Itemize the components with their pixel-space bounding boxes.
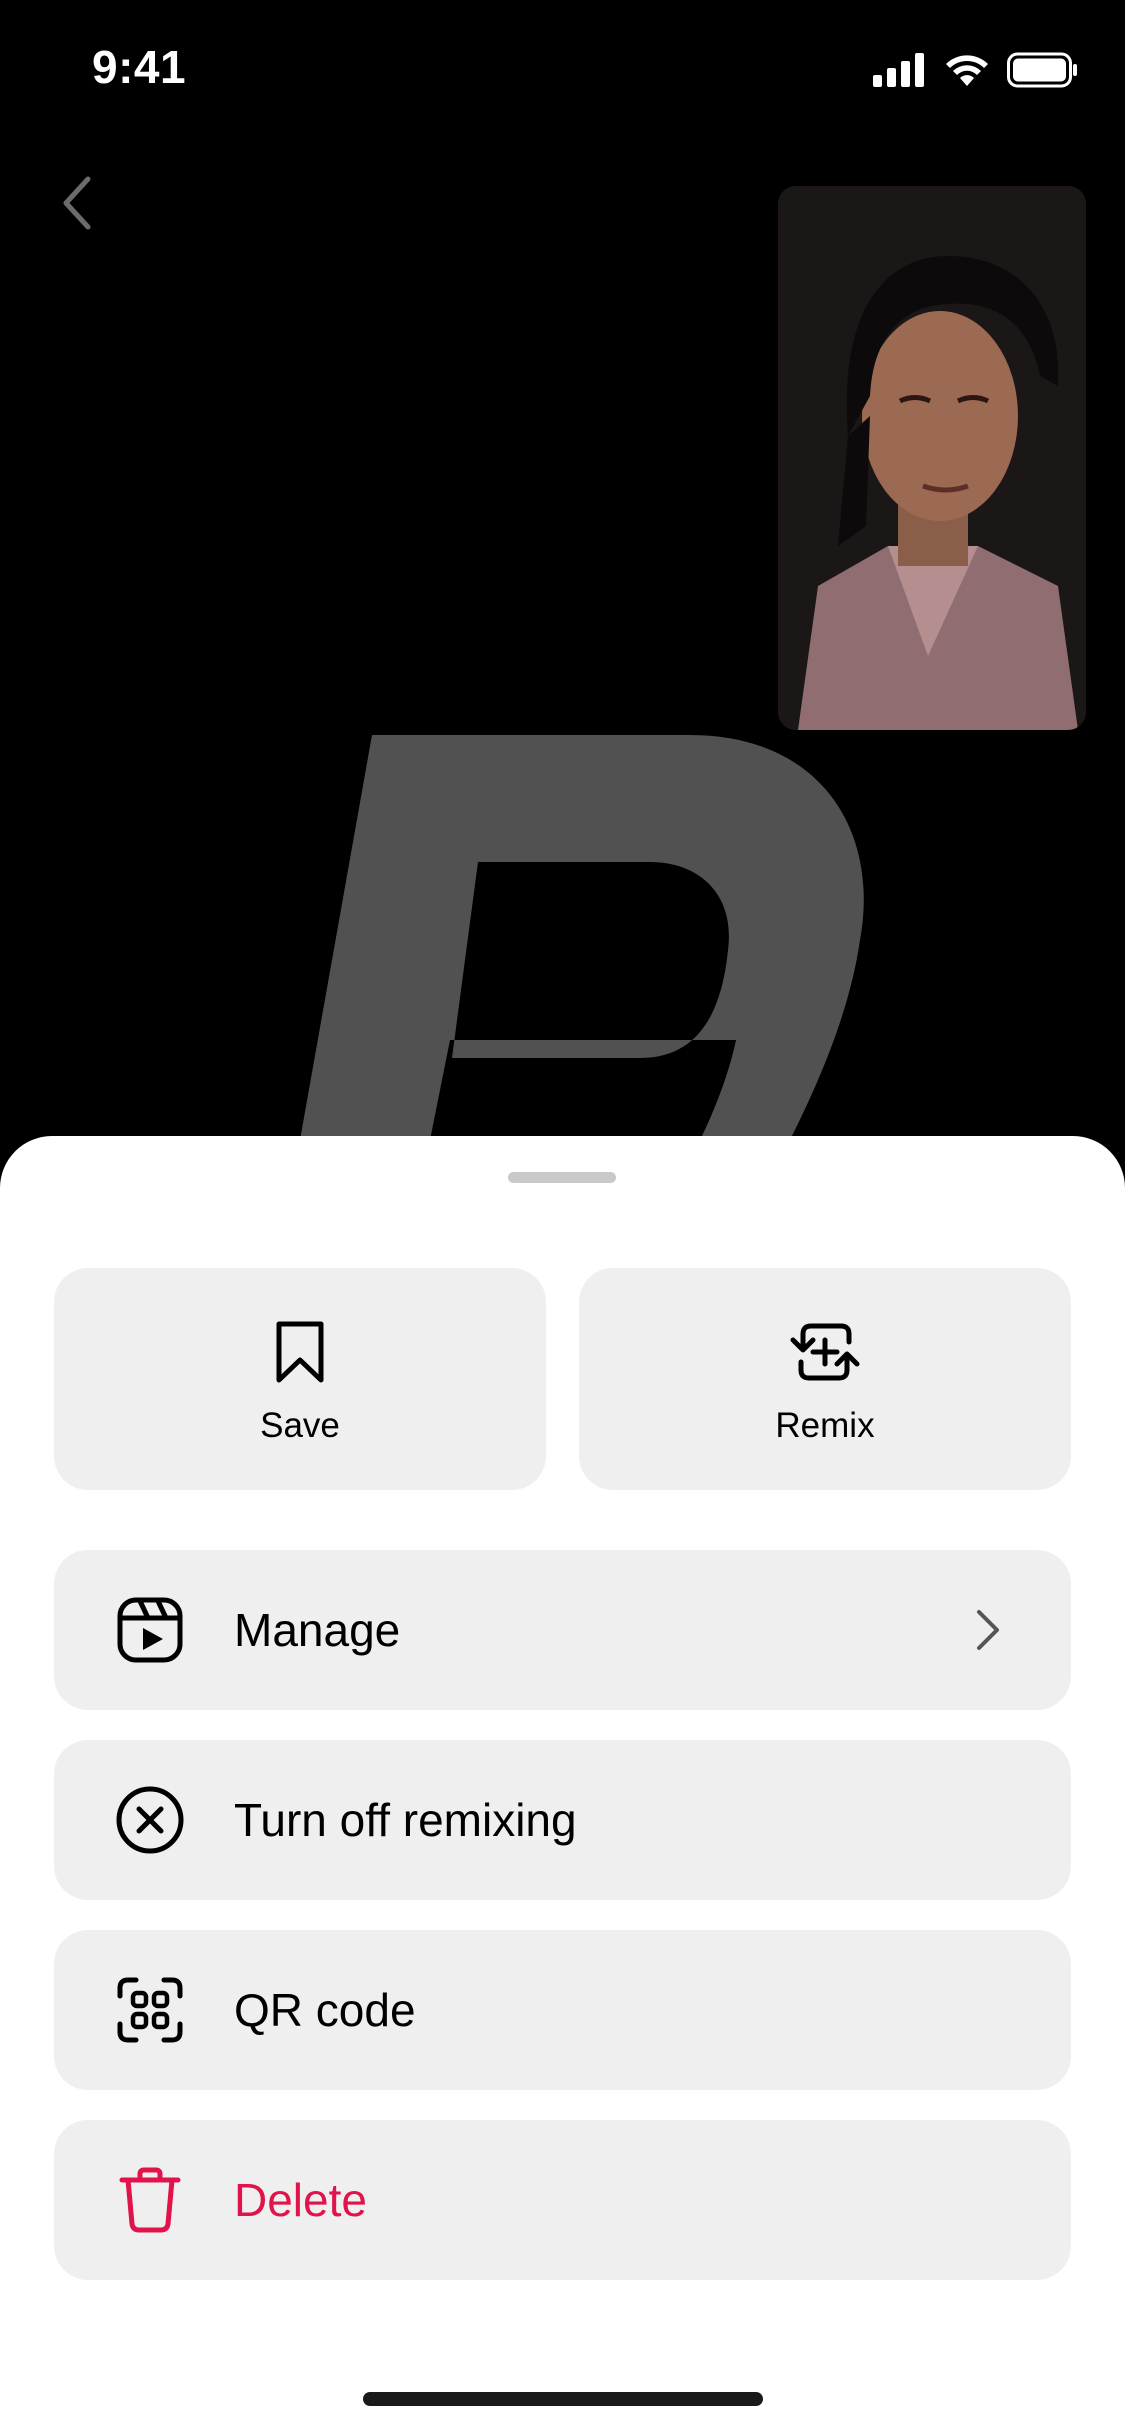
options-sheet: Save Remix Manage Turn off remixing QR c… [0, 1136, 1125, 2436]
dim-overlay[interactable] [0, 0, 1125, 1180]
delete-label: Delete [234, 2174, 367, 2226]
delete-row[interactable]: Delete [54, 2120, 1071, 2280]
turn-off-remixing-label: Turn off remixing [234, 1794, 577, 1846]
qr-code-icon [117, 1977, 183, 2043]
chevron-right-icon [977, 1610, 999, 1650]
qr-code-label: QR code [234, 1984, 416, 2036]
remix-button[interactable]: Remix [579, 1268, 1071, 1490]
manage-row[interactable]: Manage [54, 1550, 1071, 1710]
save-button[interactable]: Save [54, 1268, 546, 1490]
home-indicator[interactable] [363, 2392, 763, 2406]
reel-preview: 9:41 [0, 0, 1125, 1180]
screen: 9:41 Save Remix Manage Turn off remixing… [0, 0, 1125, 2436]
qr-code-row[interactable]: QR code [54, 1930, 1071, 2090]
trash-icon [119, 2167, 181, 2233]
sheet-grabber[interactable] [508, 1172, 616, 1183]
manage-label: Manage [234, 1604, 401, 1656]
save-label: Save [260, 1406, 340, 1445]
bookmark-icon [276, 1321, 324, 1383]
remix-icon [790, 1323, 860, 1381]
reel-icon [117, 1597, 183, 1663]
remix-label: Remix [775, 1406, 875, 1445]
circle-x-icon [116, 1786, 184, 1854]
turn-off-remixing-row[interactable]: Turn off remixing [54, 1740, 1071, 1900]
